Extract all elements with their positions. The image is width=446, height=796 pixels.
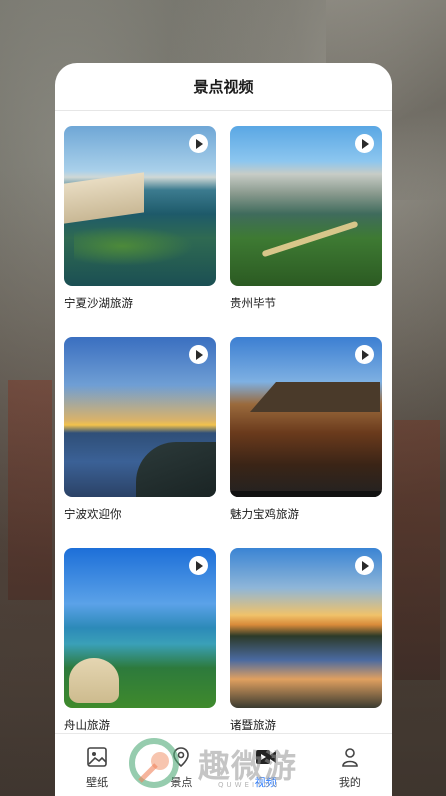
nav-item-attractions[interactable]: 景点 — [139, 734, 223, 796]
video-title: 舟山旅游 — [64, 718, 110, 732]
video-tile[interactable]: 宁夏沙湖旅游 — [64, 126, 216, 311]
video-thumbnail[interactable] — [64, 337, 216, 497]
video-thumbnail[interactable] — [64, 126, 216, 286]
video-tile[interactable]: 舟山旅游 — [64, 548, 216, 733]
nav-label: 视频 — [254, 776, 277, 789]
nav-item-profile[interactable]: 我的 — [308, 734, 392, 796]
video-tile[interactable]: 诸暨旅游 — [230, 548, 382, 733]
video-thumbnail[interactable] — [230, 548, 382, 708]
play-icon[interactable] — [355, 345, 374, 364]
page-title: 景点视频 — [193, 78, 254, 96]
play-icon[interactable] — [355, 134, 374, 153]
person-icon[interactable] — [338, 744, 362, 770]
location-icon[interactable] — [169, 744, 193, 770]
play-icon[interactable] — [189, 345, 208, 364]
background-pillar-right — [394, 420, 440, 680]
video-tile[interactable]: 魅力宝鸡旅游 — [230, 337, 382, 522]
play-icon[interactable] — [189, 556, 208, 575]
nav-label: 景点 — [170, 776, 193, 789]
video-title: 宁夏沙湖旅游 — [64, 296, 133, 310]
video-icon[interactable] — [254, 744, 278, 770]
video-title: 贵州毕节 — [230, 296, 276, 310]
card-header: 景点视频 — [55, 63, 392, 111]
video-title: 诸暨旅游 — [230, 718, 276, 732]
background-pillar-left — [8, 380, 52, 600]
video-title: 宁波欢迎你 — [64, 507, 122, 521]
video-title: 魅力宝鸡旅游 — [230, 507, 299, 521]
image-icon[interactable] — [85, 744, 109, 770]
nav-label: 我的 — [338, 776, 361, 789]
play-icon[interactable] — [189, 134, 208, 153]
video-thumbnail[interactable] — [230, 126, 382, 286]
video-thumbnail[interactable] — [230, 337, 382, 497]
nav-item-video[interactable]: 视频 — [224, 734, 308, 796]
content-card: 景点视频 宁夏沙湖旅游 贵州毕节 宁波欢迎你 魅力宝鸡旅游 舟山旅游 诸暨旅游 … — [55, 63, 392, 796]
video-thumbnail[interactable] — [64, 548, 216, 708]
nav-item-wallpaper[interactable]: 壁纸 — [55, 734, 139, 796]
bottom-nav: 壁纸 景点 视频 我的 — [55, 733, 392, 796]
video-tile[interactable]: 贵州毕节 — [230, 126, 382, 311]
video-tile[interactable]: 宁波欢迎你 — [64, 337, 216, 522]
play-icon[interactable] — [355, 556, 374, 575]
nav-label: 壁纸 — [86, 776, 109, 789]
